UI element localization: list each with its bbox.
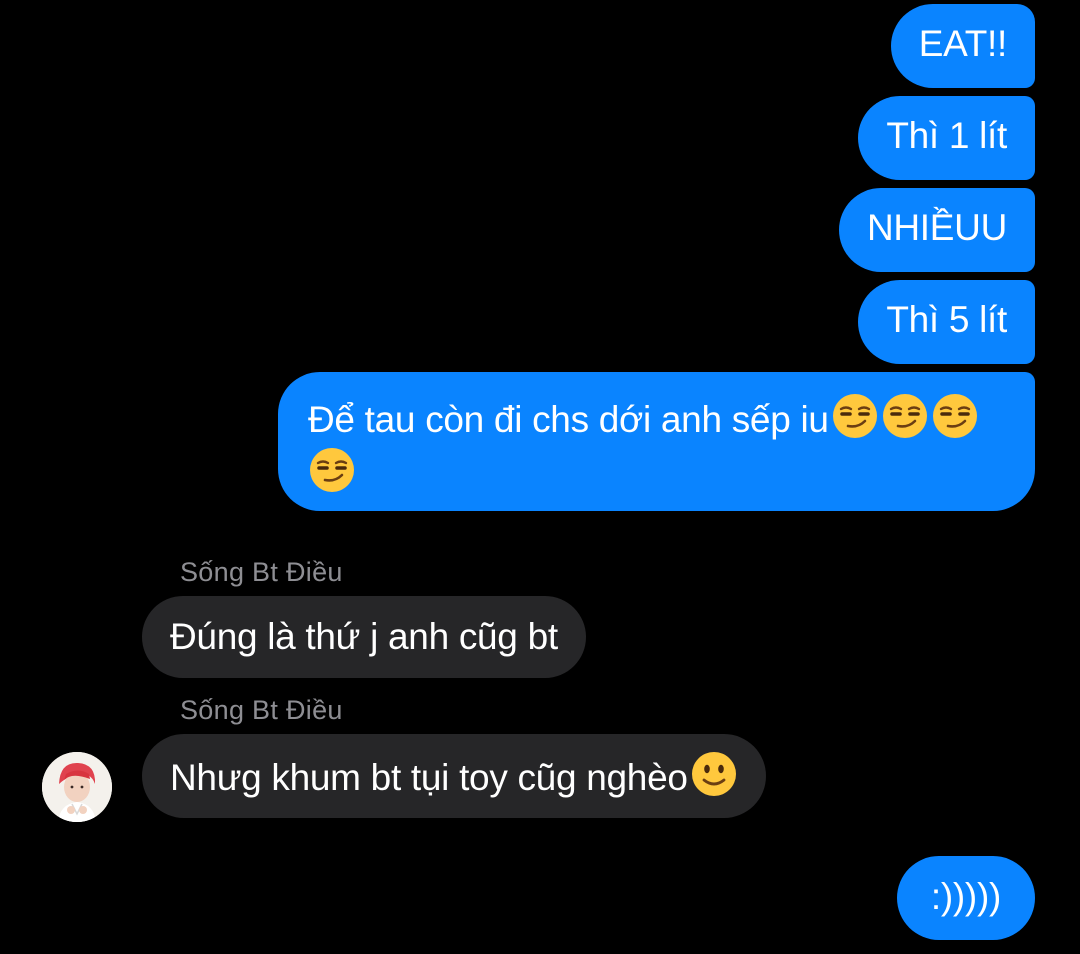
- incoming-message[interactable]: Nhưg khum bt tụi toy cũg nghèo: [142, 734, 766, 818]
- message-text: Thì 5 lít: [886, 299, 1007, 340]
- outgoing-message[interactable]: Thì 1 lít: [858, 96, 1035, 180]
- message-text: EAT!!: [918, 23, 1008, 64]
- message-text: NHIỀUU: [866, 207, 1007, 248]
- outgoing-message[interactable]: :))))): [896, 856, 1035, 940]
- person-avatar-icon: [42, 752, 112, 822]
- contact-avatar[interactable]: [42, 752, 112, 822]
- smirking-face-icon: [932, 394, 977, 438]
- slightly-smiling-face-icon: [691, 752, 736, 796]
- smirking-face-icon: [832, 394, 877, 438]
- message-text: Nhưg khum bt tụi toy cũg nghèo: [170, 757, 688, 798]
- smirking-face-icon: [882, 394, 927, 438]
- outgoing-message[interactable]: NHIỀUU: [838, 188, 1035, 272]
- message-text: Để tau còn đi chs dới anh sếp iu: [308, 399, 829, 440]
- message-text: :))))): [930, 876, 1001, 917]
- outgoing-message[interactable]: Để tau còn đi chs dới anh sếp iu: [278, 372, 1035, 511]
- smirking-face-icon: [310, 448, 354, 492]
- outgoing-message[interactable]: Thì 5 lít: [858, 280, 1035, 364]
- outgoing-message[interactable]: EAT!!: [890, 4, 1035, 88]
- incoming-message[interactable]: Đúng là thứ j anh cũg bt: [142, 596, 586, 678]
- sender-name: Sống Bt Điều: [180, 557, 343, 587]
- sender-name: Sống Bt Điều: [180, 695, 343, 725]
- message-text: Thì 1 lít: [886, 115, 1007, 156]
- chat-thread: EAT!! Thì 1 lít NHIỀUU Thì 5 lít Để tau …: [0, 0, 1080, 954]
- message-text: Đúng là thứ j anh cũg bt: [170, 616, 558, 657]
